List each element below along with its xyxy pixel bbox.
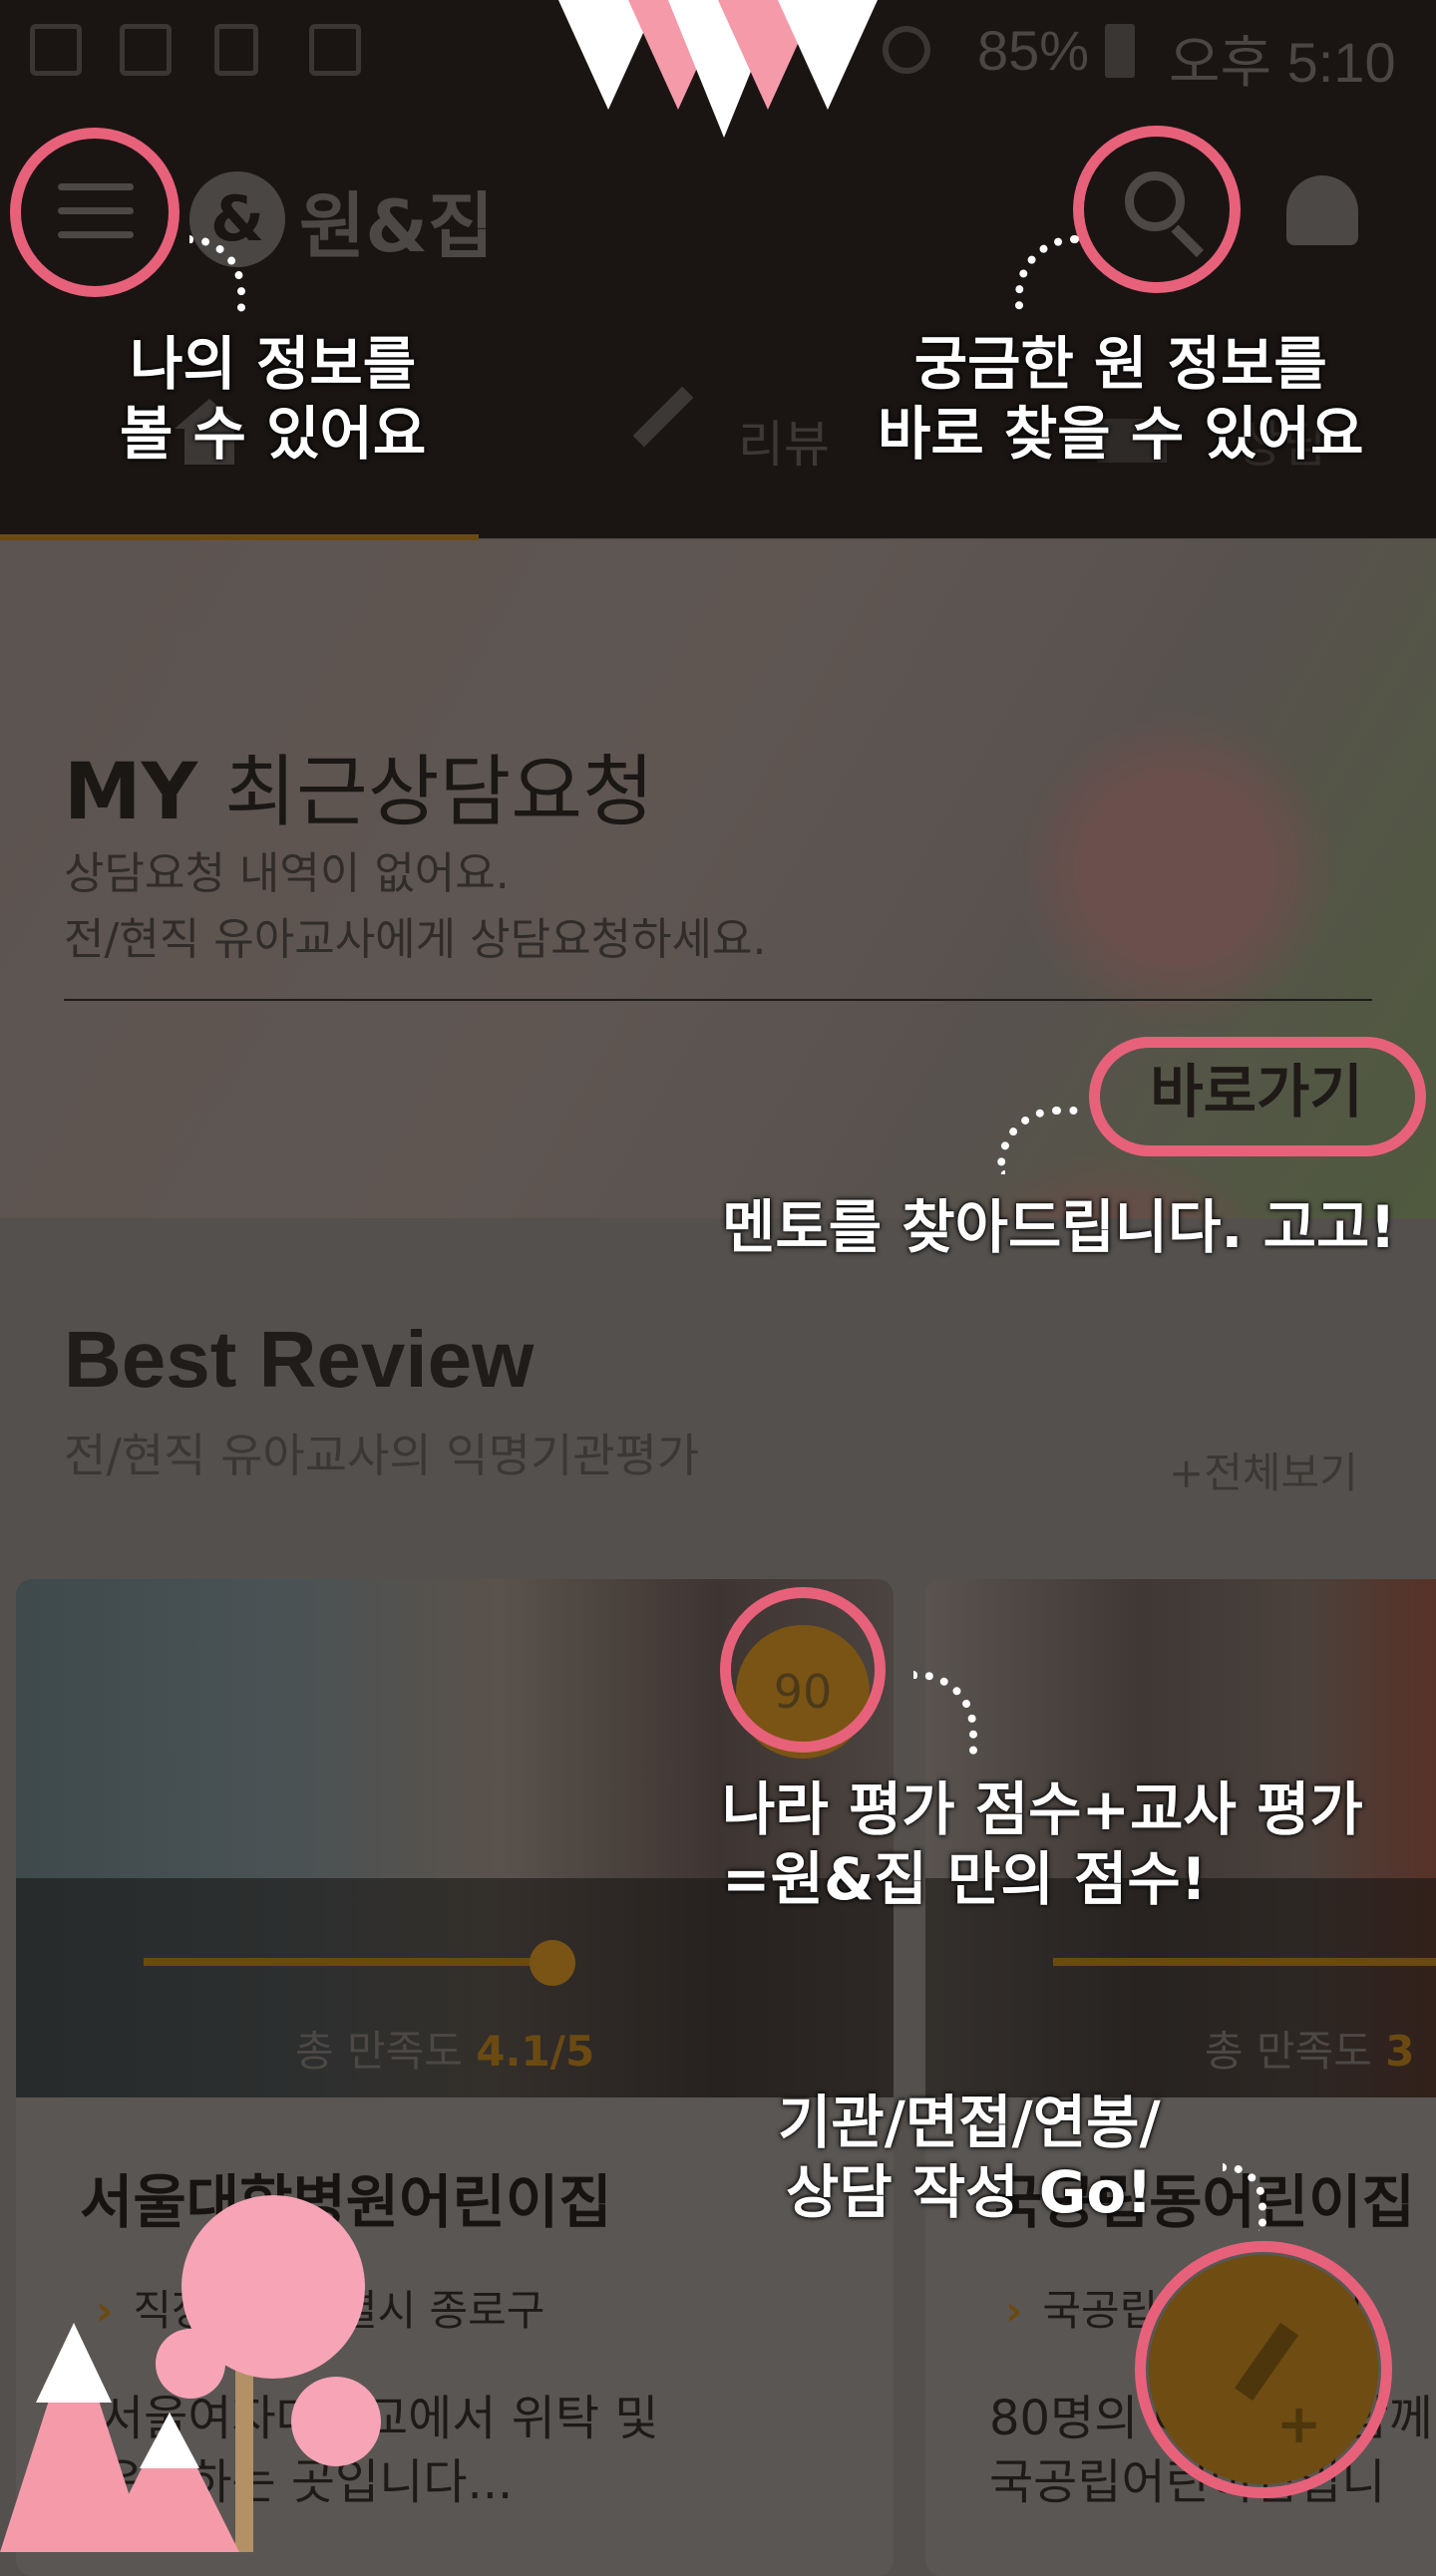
satisfaction-slider bbox=[144, 1958, 552, 1966]
hero-title-rest: 최근상담요청 bbox=[224, 748, 654, 837]
score-note: 나라 평가 점수+교사 평가 =원&집 만의 점수! bbox=[722, 1775, 1363, 1913]
see-all-link[interactable]: +전체보기 bbox=[1169, 1440, 1358, 1500]
satisfaction-slider bbox=[1053, 1958, 1436, 1966]
best-review-title: Best Review bbox=[64, 1315, 535, 1404]
annotation-ring-shortcut bbox=[1089, 1037, 1426, 1156]
satisfaction-value: 3 bbox=[1385, 2027, 1415, 2076]
battery-icon bbox=[1105, 24, 1135, 78]
annotation-ring-search bbox=[1073, 126, 1241, 293]
decorative-triangles bbox=[558, 0, 878, 140]
shortcut-note: 멘토를 찾아드립니다. 고고! bbox=[722, 1193, 1396, 1261]
menu-note: 나의 정보를 볼 수 있어요 bbox=[120, 330, 427, 468]
hero-line-1: 상담요청 내역이 없어요. bbox=[64, 848, 510, 899]
tab-review[interactable]: 리뷰 bbox=[738, 405, 830, 477]
hero-title-bold: MY bbox=[64, 748, 198, 837]
bell-icon[interactable] bbox=[1286, 175, 1358, 245]
annotation-ring-menu bbox=[10, 128, 180, 297]
best-review-subtitle: 전/현직 유아교사의 익명기관평가 bbox=[64, 1429, 700, 1482]
fab-note: 기관/면접/연봉/ 상담 작성 Go! bbox=[778, 2089, 1161, 2226]
hero-line-2: 전/현직 유아교사에게 상담요청하세요. bbox=[64, 914, 767, 965]
annotation-ring-score bbox=[720, 1587, 886, 1753]
hero-title: MY 최근상담요청 bbox=[64, 730, 654, 841]
chevron-right-icon: › bbox=[1005, 2286, 1023, 2335]
app-title: 원&집 bbox=[299, 184, 495, 268]
hero-divider bbox=[64, 999, 1372, 1001]
satisfaction-label: 총 만족도 3 bbox=[1205, 2027, 1415, 2076]
tablet-check-icon bbox=[214, 24, 258, 76]
do-not-disturb-icon bbox=[883, 26, 930, 74]
clock: 오후 5:10 bbox=[1169, 31, 1396, 94]
briefcase-icon bbox=[309, 24, 361, 76]
mail-icon bbox=[120, 24, 172, 76]
gallery-icon bbox=[30, 24, 82, 76]
satisfaction-label: 총 만족도 4.1/5 bbox=[295, 2027, 595, 2076]
annotation-ring-fab bbox=[1135, 2241, 1392, 2498]
slider-knob bbox=[530, 1940, 575, 1986]
search-note: 궁금한 원 정보를 바로 찾을 수 있어요 bbox=[878, 330, 1364, 468]
battery-percent: 85% bbox=[977, 19, 1090, 82]
decorative-mountains-tree bbox=[0, 2173, 419, 2552]
satisfaction-value: 4.1/5 bbox=[476, 2027, 595, 2076]
